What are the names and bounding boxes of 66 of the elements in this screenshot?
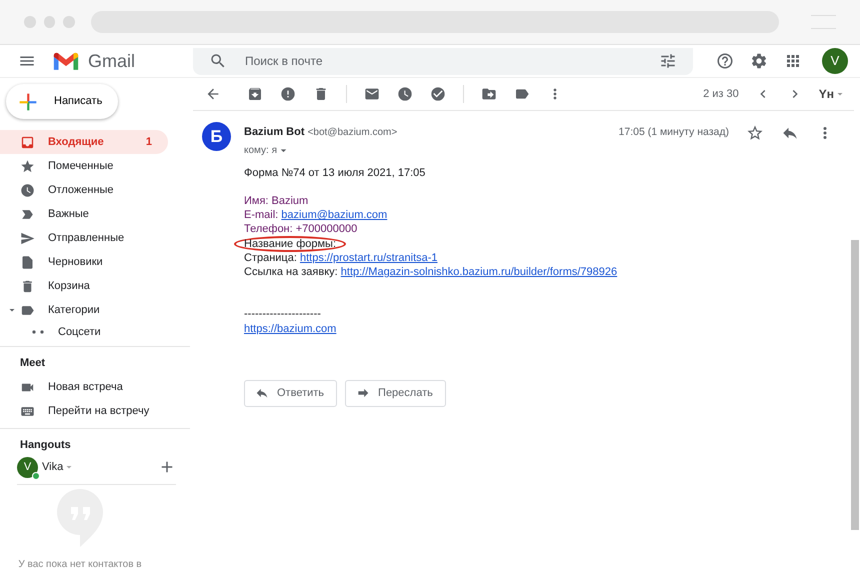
message-line: Форма №74 от 13 июля 2021, 17:05 (244, 166, 426, 178)
sender-email: <bot@bazium.com> (308, 127, 398, 138)
send-icon (20, 230, 35, 246)
sidebar-subitem[interactable]: Соцсети (0, 322, 168, 342)
sidebar-item[interactable]: Черновики (0, 250, 168, 274)
sidebar-item[interactable]: Входящие 1 (0, 130, 168, 154)
empty-contacts-text: У вас пока нет контактов в (17, 558, 143, 572)
message-time: 17:05 (1 минуту назад) (618, 125, 729, 140)
section-title: Hangouts (19, 438, 72, 452)
link[interactable]: http://Magazin-solnishko.bazium.ru/builder/forms/798926 (340, 266, 618, 278)
filter-icon[interactable] (659, 52, 677, 70)
trash-icon (20, 278, 35, 294)
search-icon[interactable] (209, 52, 227, 70)
link[interactable]: bazium@bazium.com (281, 209, 388, 222)
back-arrow-icon[interactable] (205, 86, 221, 102)
sidebar-item[interactable]: Помеченные (0, 154, 168, 178)
user-name[interactable]: Vika (42, 458, 64, 476)
move-folder-icon[interactable] (481, 86, 497, 102)
scrollbar-thumb[interactable] (851, 240, 859, 530)
keyboard-icon (20, 404, 35, 419)
sidebar-item[interactable]: Отложенные (0, 178, 168, 202)
add-task-icon[interactable] (430, 86, 446, 102)
spam-icon[interactable] (280, 86, 296, 102)
account-avatar[interactable]: V (822, 48, 848, 74)
message-line: --------------------- (244, 308, 321, 320)
star-icon[interactable] (746, 124, 764, 142)
inbox-icon (20, 134, 35, 150)
sidebar-item[interactable]: Категории (0, 298, 168, 322)
sidebar-item[interactable]: Отправленные (0, 226, 168, 250)
sender-avatar: Б (202, 122, 231, 151)
reply-button[interactable]: Ответить (244, 380, 338, 407)
recipient-text: кому: я (244, 144, 278, 158)
page-counter: 2 из 30 (703, 86, 739, 102)
clock-icon (20, 182, 35, 198)
forward-button[interactable]: Переслать (345, 380, 446, 407)
search-bar[interactable]: Поиск в почте (193, 48, 693, 74)
message-line: Телефон: +700000000 (244, 223, 358, 236)
envelope-icon[interactable] (364, 86, 380, 102)
clock-icon[interactable] (397, 86, 413, 102)
settings-icon[interactable] (750, 52, 768, 70)
help-icon[interactable] (716, 52, 734, 70)
message-line: Страница: https://prostart.ru/stranitsa-1 (244, 252, 438, 264)
circled-text: Название формы: (234, 236, 346, 252)
app-name: Gmail (88, 50, 136, 72)
link[interactable]: https://bazium.com (244, 322, 336, 335)
input-tools-button[interactable]: Yн (818, 85, 846, 103)
meet-item[interactable]: Перейти на встречу (0, 400, 168, 424)
dots-icon (32, 330, 44, 334)
star-icon (20, 158, 35, 174)
sidebar-item[interactable]: Корзина (0, 274, 168, 298)
user-avatar[interactable]: V (17, 456, 38, 478)
sidebar-item[interactable]: Важные (0, 202, 168, 226)
message-line: E-mail: bazium@bazium.com (244, 209, 388, 222)
apps-icon[interactable] (784, 52, 802, 70)
message-line: Ссылка на заявку: http://Magazin-solnishko.bazium.ru/builder/forms/798926 (244, 266, 618, 278)
gmail-logo (52, 50, 80, 72)
link[interactable]: https://prostart.ru/stranitsa-1 (300, 252, 438, 264)
compose-button[interactable]: Написать (6, 84, 118, 119)
section-title: Meet (19, 356, 46, 371)
search-field[interactable]: Поиск в почте (243, 51, 643, 71)
sender-name: Bazium Bot (244, 126, 304, 138)
message-line: Имя: Bazium (244, 194, 308, 207)
archive-icon[interactable] (247, 86, 263, 102)
meet-item[interactable]: Новая встреча (0, 376, 168, 400)
plus-icon (18, 92, 38, 112)
document-icon (20, 254, 35, 270)
